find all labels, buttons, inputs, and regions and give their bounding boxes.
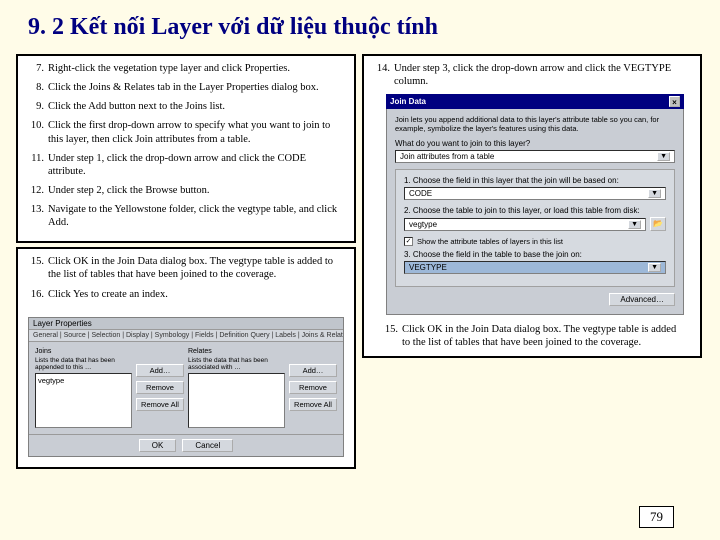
cancel-button[interactable]: Cancel [182,439,233,452]
join-field-1-value: CODE [409,189,432,198]
joins-removeall-button[interactable]: Remove All [136,398,184,411]
panel-steps-15-16: 15.Click OK in the Join Data dialog box.… [16,247,356,468]
instruction-step: 15.Click OK in the Join Data dialog box.… [26,255,346,281]
join-table-value: vegtype [409,220,437,229]
join-type-combo[interactable]: Join attributes from a table ▼ [395,150,675,163]
join-step-2-label: 2. Choose the table to join to this laye… [404,206,666,215]
relates-removeall-button[interactable]: Remove All [289,398,337,411]
step-number: 14. [372,62,390,88]
relates-caption: Lists the data that has been associated … [188,357,285,371]
browse-icon[interactable]: 📂 [650,217,666,231]
joins-label: Joins [35,348,132,355]
instruction-step: 9. Click the Add button next to the Joins… [26,100,346,113]
panel-step-14-joindata: 14. Under step 3, click the drop-down ar… [362,54,702,358]
join-field-3-combo[interactable]: VEGTYPE ▼ [404,261,666,274]
step-number: 16. [26,288,44,301]
show-attr-tables-checkbox-row[interactable]: ✓ Show the attribute tables of layers in… [404,237,666,246]
chevron-down-icon[interactable]: ▼ [628,220,641,229]
step-number: 7. [26,62,44,75]
join-data-titlebar: Join Data × [386,94,684,109]
step-number: 11. [26,152,44,178]
joins-add-button[interactable]: Add… [136,364,184,377]
instruction-step: 13.Navigate to the Yellowstone folder, c… [26,203,346,229]
chevron-down-icon[interactable]: ▼ [648,263,661,272]
ok-button[interactable]: OK [139,439,177,452]
instruction-step: 10.Click the first drop-down arrow to sp… [26,119,346,145]
layer-properties-title: Layer Properties [29,318,343,330]
panel-steps-7-13: 7. Right-click the vegetation type layer … [16,54,356,243]
step-number: 9. [26,100,44,113]
page-number: 79 [639,506,674,528]
instruction-step: 12. Under step 2, click the Browse button… [26,184,346,197]
instruction-step: 11.Under step 1, click the drop-down arr… [26,152,346,178]
step-text: Navigate to the Yellowstone folder, clic… [48,203,346,229]
content-area: 7. Right-click the vegetation type layer … [16,54,704,504]
join-data-dialog: Join Data × Join lets you append additio… [386,94,684,315]
step-text: Under step 2, click the Browse button. [48,184,346,197]
join-type-value: Join attributes from a table [400,152,494,161]
step-14: 14. Under step 3, click the drop-down ar… [372,62,692,88]
relates-remove-button[interactable]: Remove [289,381,337,394]
close-icon[interactable]: × [669,96,680,107]
joins-remove-button[interactable]: Remove [136,381,184,394]
checkbox-icon[interactable]: ✓ [404,237,413,246]
join-data-intro: Join lets you append additional data to … [395,115,675,133]
instruction-step: 8. Click the Joins & Relates tab in the L… [26,81,346,94]
step-text: Right-click the vegetation type layer an… [48,62,346,75]
left-column: 7. Right-click the vegetation type layer … [16,54,356,504]
step-number: 8. [26,81,44,94]
step-text: Click the Joins & Relates tab in the Lay… [48,81,346,94]
layer-properties-screenshot: Layer Properties General | Source | Sele… [18,313,354,467]
step-number: 12. [26,184,44,197]
join-step-1-label: 1. Choose the field in this layer that t… [404,176,666,185]
step-text: Click OK in the Join Data dialog box. Th… [48,255,346,281]
instruction-step: 16. Click Yes to create an index. [26,288,346,301]
step-text: Click OK in the Join Data dialog box. Th… [402,323,684,349]
step-text: Under step 1, click the drop-down arrow … [48,152,346,178]
join-table-combo[interactable]: vegtype ▼ [404,218,646,231]
joins-list[interactable]: vegtype [35,373,132,428]
slide-title: 9. 2 Kết nối Layer với dữ liệu thuộc tín… [0,0,720,47]
step-text: Click the Add button next to the Joins l… [48,100,346,113]
step-number: 10. [26,119,44,145]
relates-list[interactable] [188,373,285,428]
joins-caption: Lists the data that has been appended to… [35,357,132,371]
right-column: 14. Under step 3, click the drop-down ar… [362,54,702,504]
step-text: Under step 3, click the drop-down arrow … [394,62,692,88]
step-number: 13. [26,203,44,229]
relates-add-button[interactable]: Add… [289,364,337,377]
relates-label: Relates [188,348,285,355]
layer-properties-tabs: General | Source | Selection | Display |… [29,330,343,342]
join-field-3-value: VEGTYPE [409,263,447,272]
advanced-button[interactable]: Advanced… [609,293,675,306]
step-text: Click Yes to create an index. [48,288,346,301]
join-data-title: Join Data [390,97,426,106]
show-attr-tables-label: Show the attribute tables of layers in t… [417,237,563,246]
join-data-question: What do you want to join to this layer? [395,139,675,148]
join-step-3-label: 3. Choose the field in the table to base… [404,250,666,259]
step-15-right: 15. Click OK in the Join Data dialog box… [372,323,692,349]
chevron-down-icon[interactable]: ▼ [648,189,661,198]
chevron-down-icon[interactable]: ▼ [657,152,670,161]
step-text: Click the first drop-down arrow to speci… [48,119,346,145]
join-field-1-combo[interactable]: CODE ▼ [404,187,666,200]
instruction-step: 7. Right-click the vegetation type layer … [26,62,346,75]
step-number: 15. [380,323,398,349]
step-number: 15. [26,255,44,281]
join-data-inset: 1. Choose the field in this layer that t… [395,169,675,287]
